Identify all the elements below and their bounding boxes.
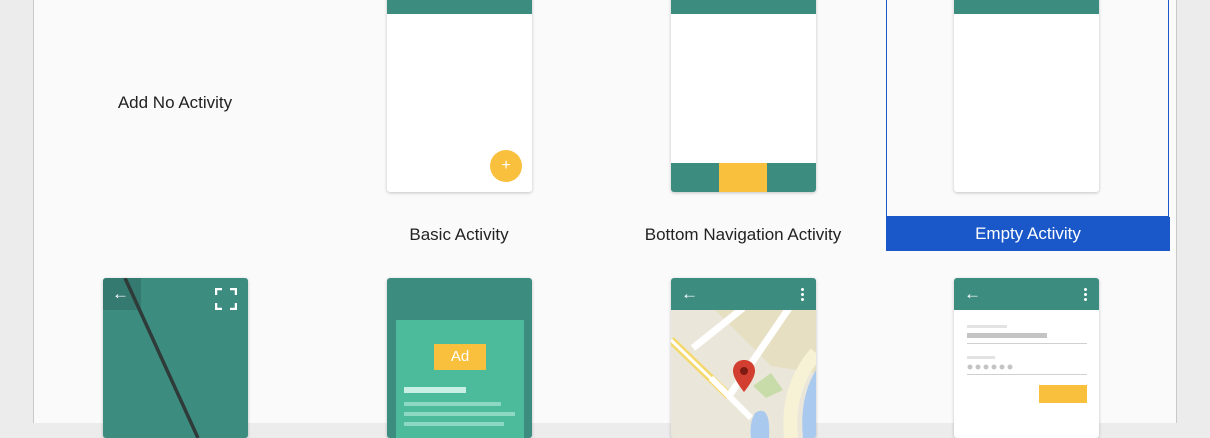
app-bar: ← xyxy=(671,278,816,310)
template-label-selected: Empty Activity xyxy=(886,217,1170,251)
empty-activity-preview xyxy=(954,0,1099,192)
template-fullscreen-activity[interactable]: ← xyxy=(33,260,317,438)
app-bar xyxy=(954,0,1099,14)
template-add-no-activity[interactable]: Add No Activity xyxy=(33,0,317,250)
map-pin-icon xyxy=(733,360,755,392)
overflow-menu-icon xyxy=(517,0,520,2)
overflow-menu-icon xyxy=(1084,288,1087,303)
password-dots xyxy=(967,364,1013,370)
fab-icon: + xyxy=(490,150,522,182)
template-google-maps-activity[interactable]: ← xyxy=(601,260,885,438)
template-bottom-navigation-activity[interactable]: Bottom Navigation Activity xyxy=(601,0,885,250)
admob-preview: Ad xyxy=(387,278,532,438)
app-bar xyxy=(671,0,816,14)
email-field-value xyxy=(967,333,1047,338)
text-line xyxy=(404,402,501,406)
bottom-navigation-preview xyxy=(671,0,816,192)
template-label: Basic Activity xyxy=(409,225,509,244)
text-line xyxy=(404,412,515,416)
template-label: Add No Activity xyxy=(117,93,233,112)
maps-preview: ← xyxy=(671,278,816,438)
fullscreen-preview: ← xyxy=(103,278,248,438)
diagonal-line-graphic xyxy=(123,278,200,438)
template-login-activity[interactable]: ← xyxy=(886,260,1170,438)
bottom-nav-bar xyxy=(671,163,816,192)
login-preview: ← xyxy=(954,278,1099,438)
basic-activity-preview: + xyxy=(387,0,532,192)
back-arrow-icon: ← xyxy=(681,284,698,303)
template-admob-activity[interactable]: Ad xyxy=(317,260,601,438)
text-line xyxy=(404,387,466,393)
ad-badge: Ad xyxy=(434,344,486,370)
email-field-underline xyxy=(967,343,1087,344)
password-field-hint xyxy=(967,356,995,359)
overflow-menu-icon xyxy=(801,0,804,2)
app-bar xyxy=(387,0,532,14)
sign-in-button-graphic xyxy=(1039,385,1087,403)
template-empty-activity[interactable] xyxy=(886,0,1170,250)
password-field-underline xyxy=(967,374,1087,375)
template-basic-activity[interactable]: + Basic Activity xyxy=(317,0,601,250)
bottom-nav-active-item xyxy=(719,163,767,192)
app-bar: ← xyxy=(954,278,1099,310)
back-arrow-icon: ← xyxy=(964,284,981,303)
email-field-hint xyxy=(967,325,1007,328)
overflow-menu-icon xyxy=(801,288,804,303)
ad-card: Ad xyxy=(396,320,524,438)
template-label: Bottom Navigation Activity xyxy=(644,225,842,244)
